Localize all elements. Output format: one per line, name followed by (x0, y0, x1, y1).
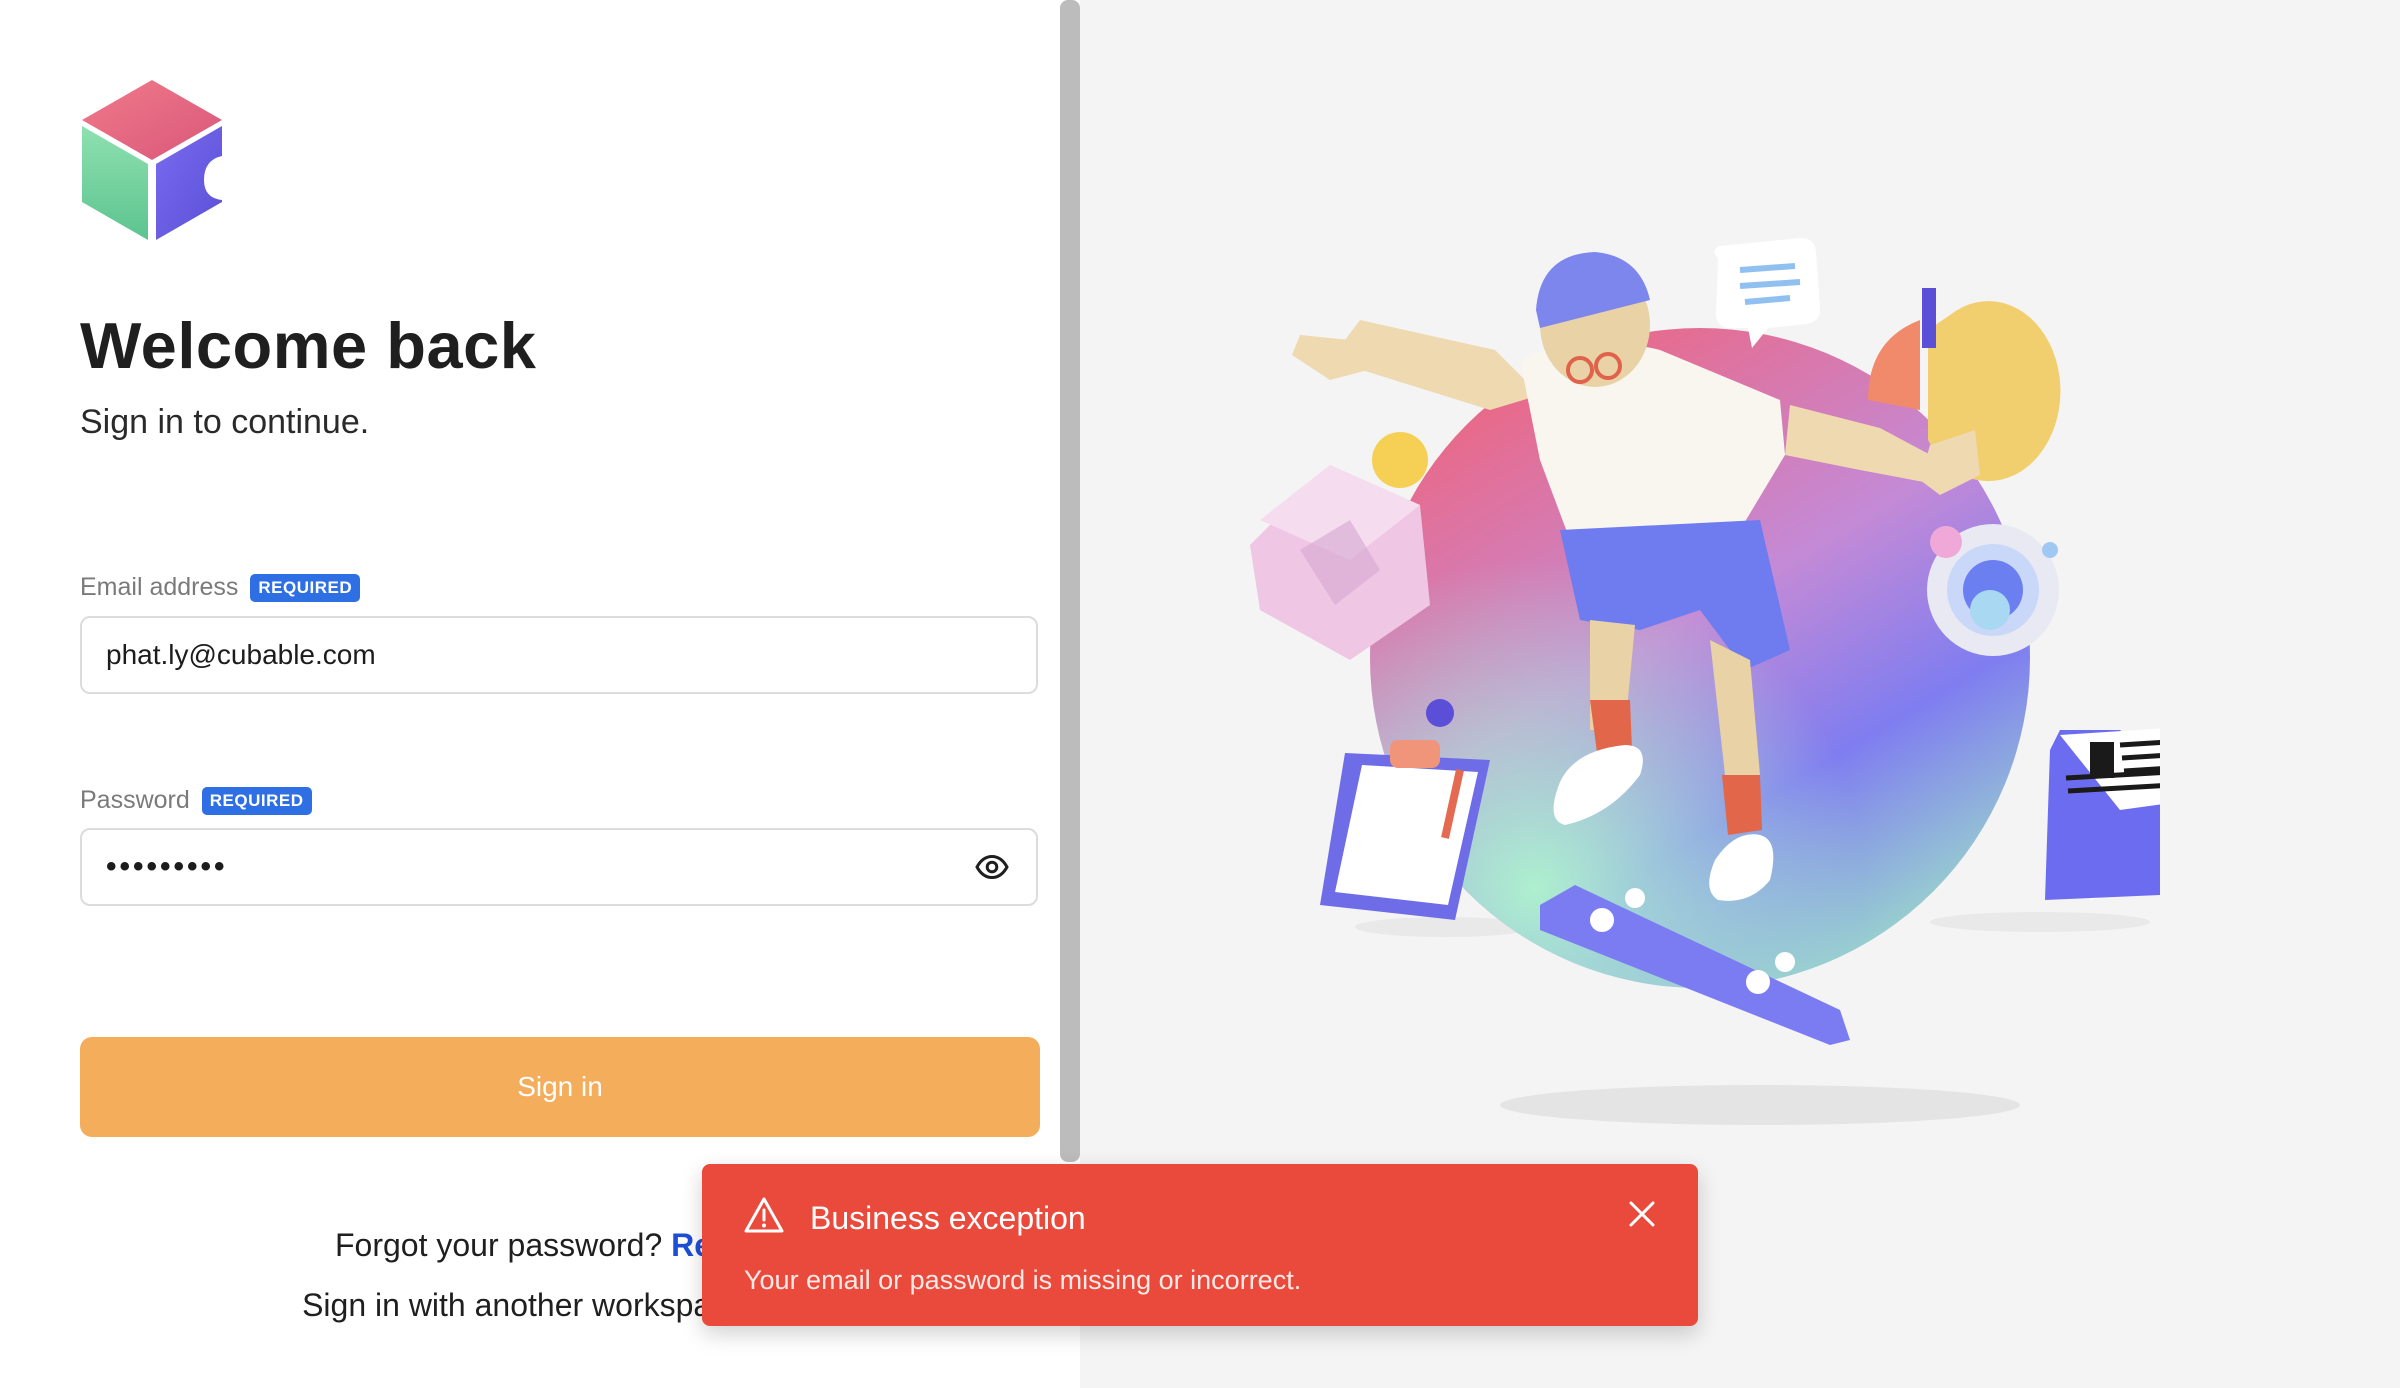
email-label-row: Email address REQUIRED (80, 573, 361, 602)
password-label-row: Password REQUIRED (80, 786, 312, 815)
password-label: Password (80, 786, 190, 814)
eye-icon[interactable] (972, 847, 1012, 887)
toast-title: Business exception (810, 1200, 1086, 1236)
email-field[interactable]: phat.ly@cubable.com (80, 616, 1038, 694)
skateboarder-illustration (1250, 238, 2160, 1125)
login-page: Welcome back Sign in to continue. Email … (0, 0, 2400, 1388)
warning-icon (744, 1197, 784, 1233)
forgot-password-text: Forgot your password? (335, 1227, 663, 1263)
page-title: Welcome back (80, 309, 537, 382)
password-field[interactable]: ••••••••• (80, 828, 1038, 906)
switch-workspace-text: Sign in with another workspace? (302, 1287, 763, 1323)
password-value: ••••••••• (106, 850, 228, 883)
required-badge: REQUIRED (201, 786, 312, 815)
email-value: phat.ly@cubable.com (106, 639, 376, 670)
error-toast: Business exception Your email or passwor… (702, 1164, 1698, 1326)
sign-in-button[interactable]: Sign in (80, 1037, 1040, 1137)
close-icon[interactable] (1626, 1198, 1658, 1230)
page-subtitle: Sign in to continue. (80, 403, 370, 441)
toast-message: Your email or password is missing or inc… (744, 1265, 1302, 1295)
scrollbar[interactable] (1060, 0, 1080, 1162)
cube-logo-icon (82, 80, 222, 240)
required-badge: REQUIRED (250, 573, 361, 602)
email-label: Email address (80, 573, 239, 601)
